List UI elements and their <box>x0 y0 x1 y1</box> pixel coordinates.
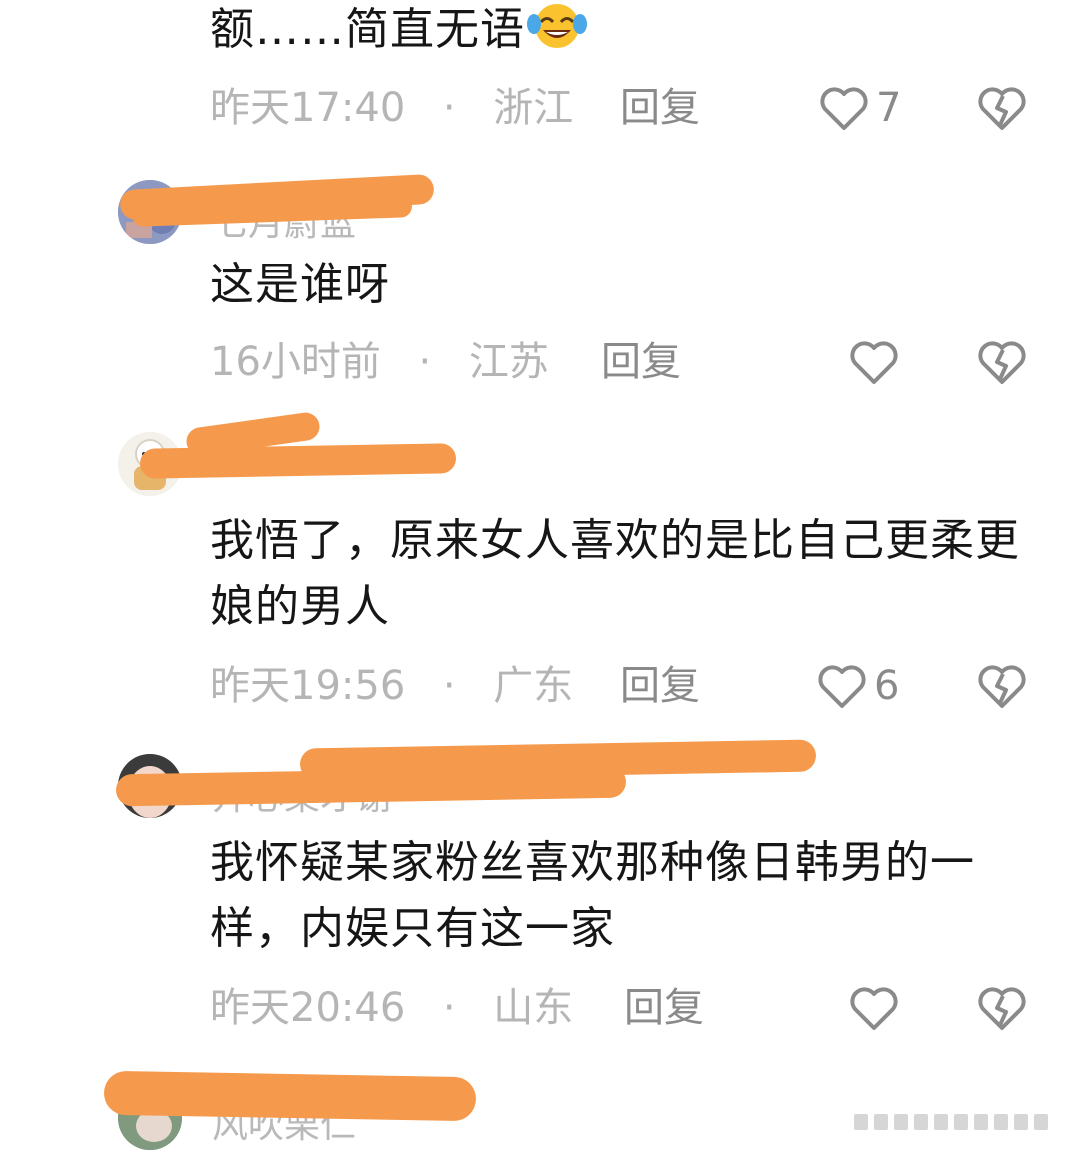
comment-time: 16小时前 <box>210 339 381 385</box>
comment-item: 我悟了，原来女人喜欢的是比自己更柔更娘的男人 昨天19:56 · 广东 回复 6 <box>0 410 1080 730</box>
meta-separator: · <box>442 85 456 131</box>
comment-time: 昨天20:46 <box>210 985 406 1031</box>
comment-time: 昨天19:56 <box>210 663 406 709</box>
comment-item: 额……简直无语 昨天17:40 · 浙江 回复 7 <box>0 0 1080 150</box>
avatar[interactable] <box>118 754 182 818</box>
comment-meta: 昨天17:40 · 浙江 <box>210 78 573 138</box>
broken-heart-icon <box>978 987 1026 1030</box>
redaction-mark <box>139 443 457 479</box>
like-count: 6 <box>874 663 900 709</box>
heart-outline-icon <box>820 87 868 130</box>
heart-outline-icon <box>850 341 898 384</box>
dislike-button[interactable] <box>976 78 1028 138</box>
username[interactable]: 风吹栗仁 <box>212 1096 356 1148</box>
dislike-button[interactable] <box>976 978 1028 1038</box>
like-button[interactable]: 7 <box>818 78 901 138</box>
comment-text: 我怀疑某家粉丝喜欢那种像日韩男的一样，内娱只有这一家 <box>210 837 975 954</box>
dislike-button[interactable] <box>976 656 1028 716</box>
like-button[interactable]: 6 <box>816 656 899 716</box>
tears-of-joy-emoji <box>525 0 589 69</box>
reply-button[interactable]: 回复 <box>620 78 700 138</box>
broken-heart-icon <box>978 87 1026 130</box>
reply-button[interactable]: 回复 <box>624 978 704 1038</box>
like-count: 7 <box>876 85 902 131</box>
broken-heart-icon <box>978 665 1026 708</box>
avatar[interactable] <box>118 1086 182 1150</box>
comment-meta: 昨天19:56 · 广东 <box>210 656 573 716</box>
heart-outline-icon <box>818 665 866 708</box>
like-button[interactable] <box>848 332 906 392</box>
broken-heart-icon <box>978 341 1026 384</box>
comment-list: 额……简直无语 昨天17:40 · 浙江 回复 7 七月蔚蓝 这是谁呀 16小时… <box>0 0 1080 1151</box>
comment-meta: 16小时前 · 江苏 <box>210 332 549 392</box>
watermark <box>854 1108 1064 1143</box>
like-button[interactable] <box>848 978 906 1038</box>
meta-separator: · <box>418 339 432 385</box>
avatar[interactable] <box>118 180 182 244</box>
meta-separator: · <box>442 663 456 709</box>
username[interactable]: 开心棠才谢 <box>212 768 392 820</box>
username[interactable]: 七月蔚蓝 <box>212 194 356 246</box>
comment-time: 昨天17:40 <box>210 85 406 131</box>
comment-location: 浙江 <box>493 85 574 131</box>
heart-outline-icon <box>850 987 898 1030</box>
comment-text: 这是谁呀 <box>210 259 390 310</box>
comment-meta: 昨天20:46 · 山东 <box>210 978 573 1038</box>
avatar[interactable] <box>118 432 182 496</box>
comment-location: 江苏 <box>468 339 549 385</box>
comment-text: 额……简直无语 <box>210 0 1040 69</box>
comment-item: 开心棠才谢 我怀疑某家粉丝喜欢那种像日韩男的一样，内娱只有这一家 昨天20:46… <box>0 739 1080 1050</box>
comment-location: 广东 <box>493 663 574 709</box>
reply-button[interactable]: 回复 <box>601 332 681 392</box>
reply-button[interactable]: 回复 <box>620 656 700 716</box>
meta-separator: · <box>442 985 456 1031</box>
redaction-mark <box>184 410 322 458</box>
comment-location: 山东 <box>493 985 574 1031</box>
comment-item: 七月蔚蓝 这是谁呀 16小时前 · 江苏 回复 <box>0 170 1080 400</box>
dislike-button[interactable] <box>976 332 1028 392</box>
comment-text: 我悟了，原来女人喜欢的是比自己更柔更娘的男人 <box>210 515 1020 632</box>
